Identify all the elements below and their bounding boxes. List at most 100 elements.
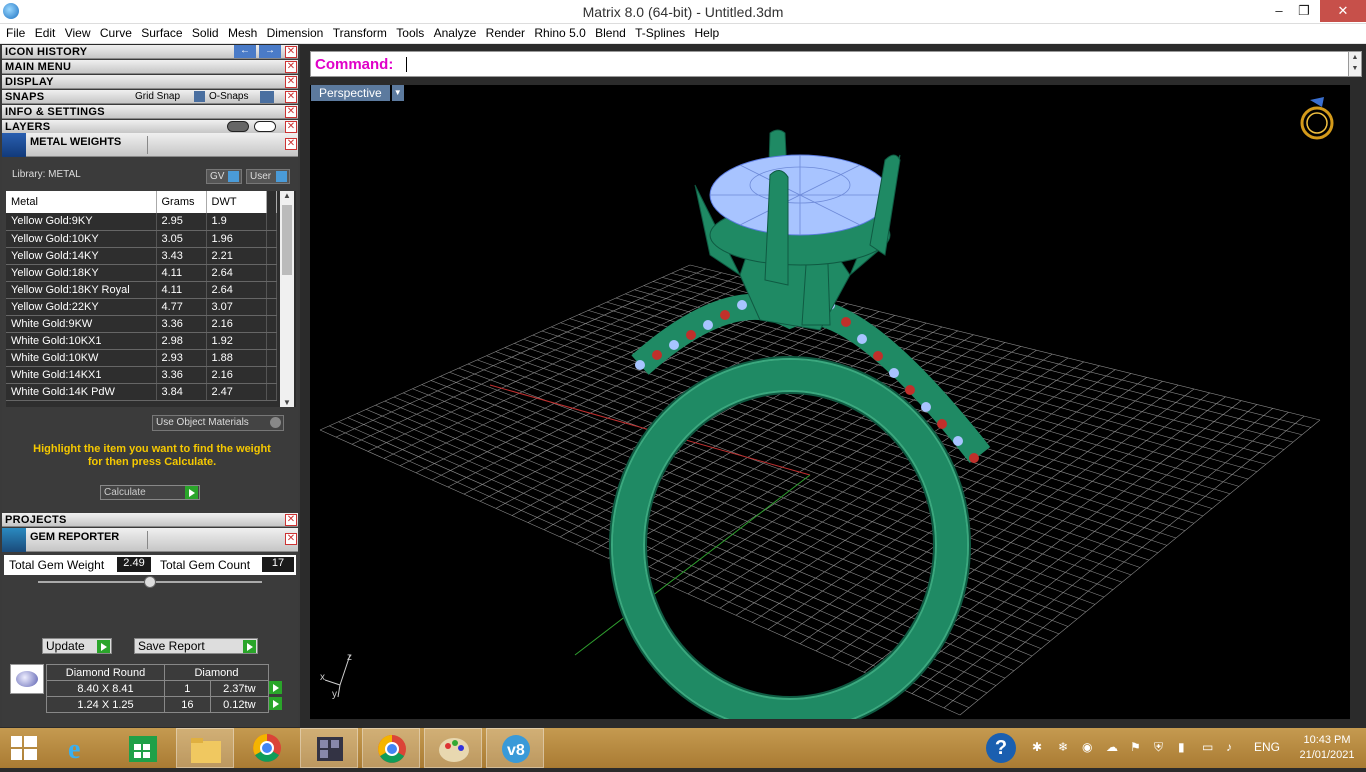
chrome-icon-2[interactable] [362,728,420,768]
menu-view[interactable]: View [59,24,91,40]
menu-help[interactable]: Help [689,24,720,40]
table-row[interactable]: White Gold:10KW 2.93 1.88 [6,349,277,367]
internet-explorer-icon[interactable]: e [54,728,112,768]
use-object-materials-button[interactable]: Use Object Materials [152,415,284,431]
column-metal[interactable]: Metal [6,191,157,213]
icon-history-header[interactable]: ICON HISTORY ← → ✕ [2,45,298,59]
table-row[interactable]: Yellow Gold:18KY Royal 4.11 2.64 [6,281,277,299]
command-scrollbar[interactable]: ▲ ▼ [1348,51,1362,77]
table-row[interactable]: Yellow Gold:18KY 4.11 2.64 [6,264,277,282]
snaps-header[interactable]: SNAPS Grid Snap O-Snaps ✕ [2,90,298,104]
menu-dimension[interactable]: Dimension [261,24,324,40]
shield-icon[interactable]: ⛨ [1154,740,1163,755]
menu-tsplines[interactable]: T-Splines [629,24,685,40]
chevron-down-icon[interactable]: ▼ [391,85,404,101]
vectary-icon[interactable]: v8 [486,728,544,768]
volume-icon[interactable]: ♪ [1226,740,1232,754]
battery-icon[interactable]: ▭ [1202,740,1213,754]
help-icon[interactable]: ? [986,733,1016,763]
close-icon[interactable]: ✕ [285,61,297,73]
menu-solid[interactable]: Solid [186,24,219,40]
o-snaps-toggle[interactable] [260,91,274,103]
play-icon[interactable] [269,696,283,710]
store-icon[interactable] [114,728,172,768]
table-row[interactable]: White Gold:9KW 3.36 2.16 [6,315,277,333]
menu-mesh[interactable]: Mesh [222,24,257,40]
metal-weights-header[interactable]: METAL WEIGHTS ✕ [2,133,298,157]
table-row[interactable]: Yellow Gold:14KY 3.43 2.21 [6,247,277,265]
calculate-button[interactable]: Calculate [100,485,200,500]
tray-bluetooth-icon[interactable]: ✱ [1032,740,1042,754]
main-menu-header[interactable]: MAIN MENU ✕ [2,60,298,74]
command-line[interactable]: Command: [310,51,1350,77]
language-indicator[interactable]: ENG [1254,740,1280,754]
table-row[interactable]: 1.24 X 1.25 16 0.12tw [46,696,283,713]
close-icon[interactable]: ✕ [285,533,297,545]
metal-table-scrollbar[interactable]: ▲ ▼ [280,191,294,407]
paint-icon[interactable] [424,728,482,768]
gem-reporter-header[interactable]: GEM REPORTER ✕ [2,528,298,552]
close-button[interactable]: ✕ [1320,0,1366,22]
save-report-button[interactable]: Save Report [134,638,258,654]
update-button[interactable]: Update [42,638,112,654]
eye-icon[interactable] [254,121,276,132]
scroll-thumb[interactable] [282,205,292,275]
column-dwt[interactable]: DWT [206,191,267,213]
menu-render[interactable]: Render [480,24,525,40]
menu-surface[interactable]: Surface [135,24,182,40]
chrome-icon[interactable] [238,728,296,768]
close-icon[interactable]: ✕ [285,91,297,103]
table-row[interactable]: Yellow Gold:9KY 2.95 1.9 [6,213,277,231]
grid-snap-label[interactable]: Grid Snap [135,91,180,102]
matrix-taskbar-icon[interactable] [300,728,358,768]
layers-header[interactable]: LAYERS ✕ [2,120,298,134]
menu-blend[interactable]: Blend [589,24,626,40]
menu-analyze[interactable]: Analyze [428,24,477,40]
scene-canvas[interactable]: z x y [310,85,1350,719]
close-icon[interactable]: ✕ [285,46,297,58]
projects-header[interactable]: PROJECTS ✕ [2,513,298,527]
file-explorer-icon[interactable] [176,728,234,768]
menu-curve[interactable]: Curve [94,24,132,40]
scroll-up-icon[interactable]: ▲ [280,191,294,200]
maximize-button[interactable]: ❐ [1289,0,1319,22]
table-row[interactable]: White Gold:14K PdW 3.84 2.47 [6,383,277,401]
tray-cloud-icon[interactable]: ☁ [1106,740,1118,754]
table-row[interactable]: White Gold:10KX1 2.98 1.92 [6,332,277,350]
perspective-viewport[interactable]: z x y Perspective ▼ [310,85,1350,719]
flag-icon[interactable]: ⚑ [1130,740,1141,754]
display-header[interactable]: DISPLAY ✕ [2,75,298,89]
close-icon[interactable]: ✕ [285,138,297,150]
o-snaps-label[interactable]: O-Snaps [209,91,248,102]
close-icon[interactable]: ✕ [285,121,297,133]
gem-slider-thumb[interactable] [144,576,156,588]
column-grams[interactable]: Grams [156,191,207,213]
menu-rhino5[interactable]: Rhino 5.0 [528,24,585,40]
close-icon[interactable]: ✕ [285,76,297,88]
viewport-tab-perspective[interactable]: Perspective ▼ [311,85,404,101]
forward-arrow-icon[interactable]: → [259,45,281,58]
user-toggle[interactable]: User [246,169,290,184]
scroll-down-icon[interactable]: ▼ [1349,63,1361,74]
close-icon[interactable]: ✕ [285,514,297,526]
scroll-down-icon[interactable]: ▼ [280,398,294,407]
layer-visibility-icon[interactable] [227,121,249,132]
table-row[interactable]: Yellow Gold:10KY 3.05 1.96 [6,230,277,248]
start-button[interactable] [0,728,58,768]
table-row[interactable]: Yellow Gold:22KY 4.77 3.07 [6,298,277,316]
signal-icon[interactable]: ▮ [1178,740,1185,754]
tray-snowflake-icon[interactable]: ❄ [1058,740,1068,754]
table-row[interactable]: 8.40 X 8.41 1 2.37tw [46,680,283,697]
menu-transform[interactable]: Transform [327,24,387,40]
table-row[interactable]: White Gold:14KX1 3.36 2.16 [6,366,277,384]
info-settings-header[interactable]: INFO & SETTINGS ✕ [2,105,298,119]
grid-snap-toggle[interactable] [194,91,205,102]
menu-edit[interactable]: Edit [29,24,56,40]
tray-beats-icon[interactable]: ◉ [1082,740,1092,754]
close-icon[interactable]: ✕ [285,106,297,118]
scroll-up-icon[interactable]: ▲ [1349,52,1361,63]
gv-toggle[interactable]: GV [206,169,242,184]
menu-file[interactable]: File [0,24,25,40]
clock[interactable]: 10:43 PM 21/01/2021 [1292,733,1362,763]
menu-tools[interactable]: Tools [390,24,424,40]
